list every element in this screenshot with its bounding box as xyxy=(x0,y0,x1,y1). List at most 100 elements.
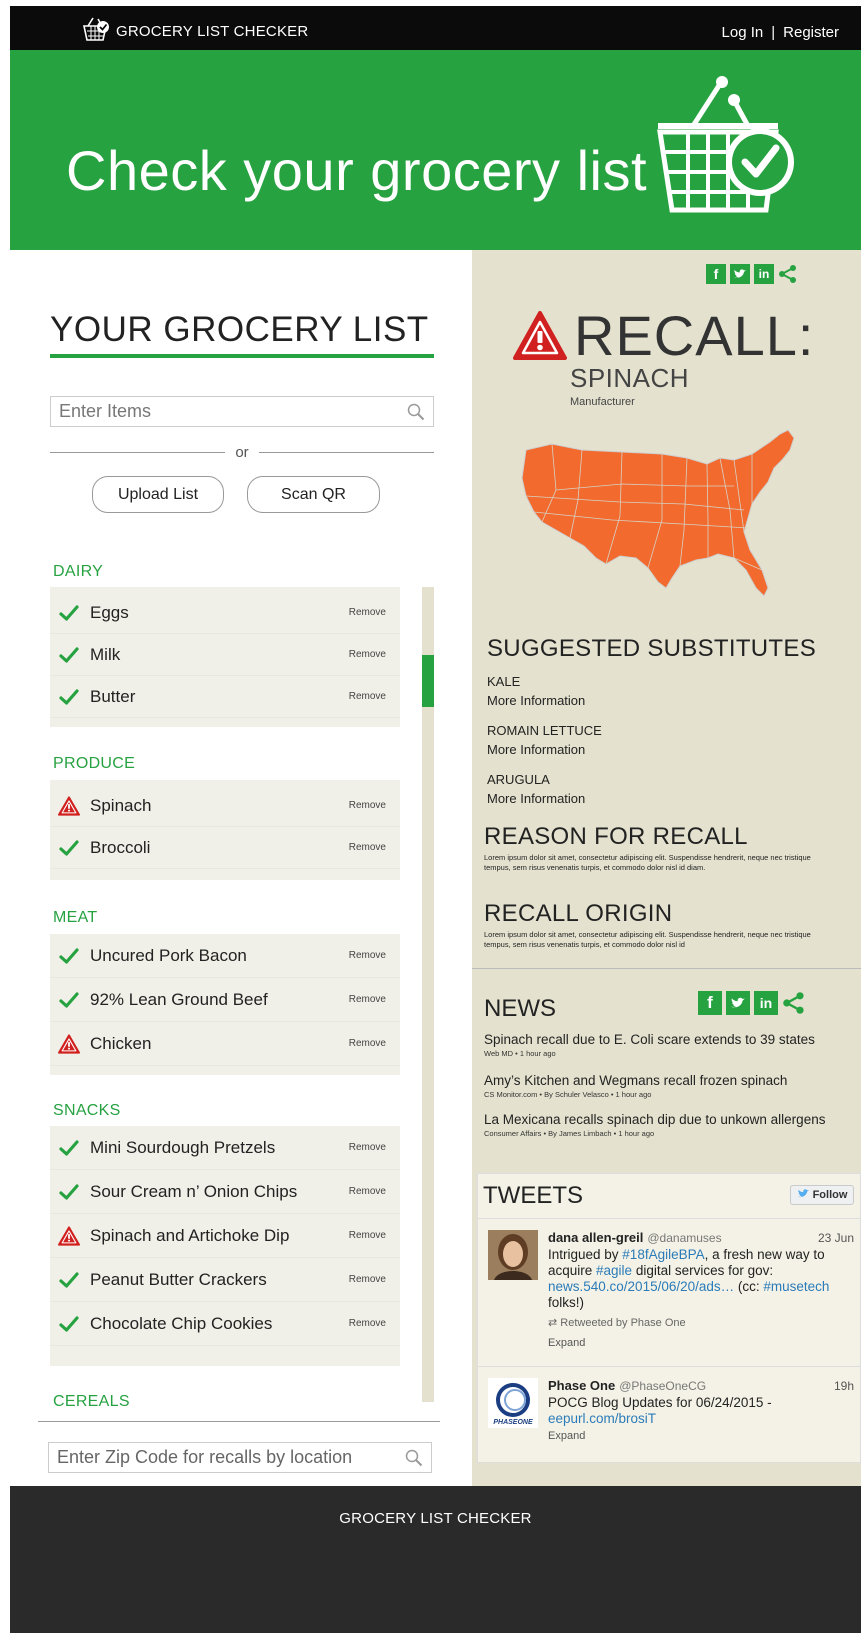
tweet-author[interactable]: dana allen-greil @danamuses xyxy=(548,1230,722,1245)
item-label: Eggs xyxy=(90,602,129,622)
retweet-icon: ⇄ xyxy=(548,1317,558,1329)
remove-button[interactable]: Remove xyxy=(349,1274,386,1285)
check-icon xyxy=(58,945,80,967)
item-label: Mini Sourdough Pretzels xyxy=(90,1137,276,1157)
linkedin-icon[interactable]: in xyxy=(754,264,774,284)
news-headline[interactable]: Spinach recall due to E. Coli scare exte… xyxy=(484,1032,854,1047)
news-headline[interactable]: Amy’s Kitchen and Wegmans recall frozen … xyxy=(484,1073,854,1088)
list-item: Sour Cream n’ Onion Chips Remove xyxy=(50,1170,400,1214)
item-label: Peanut Butter Crackers xyxy=(90,1269,267,1289)
category-produce-label: PRODUCE xyxy=(53,755,136,772)
phase-one-logo-avatar[interactable]: PHASEONE xyxy=(488,1378,538,1428)
item-label: 92% Lean Ground Beef xyxy=(90,989,268,1009)
linkedin-icon[interactable]: in xyxy=(754,991,778,1015)
list-scrollbar-track[interactable] xyxy=(422,587,434,1402)
expand-link[interactable]: Expand xyxy=(548,1430,585,1442)
list-item: Uncured Pork Bacon Remove xyxy=(50,934,400,978)
recall-heading: RECALL: xyxy=(512,308,814,367)
recall-panel: f in RECALL: SPINACH Manufacturer SUGGES… xyxy=(472,250,861,1558)
zip-code-input[interactable] xyxy=(57,1447,405,1468)
category-meat-list: Uncured Pork Bacon Remove 92% Lean Groun… xyxy=(50,934,400,1075)
search-icon[interactable] xyxy=(405,1449,423,1467)
substitute-name: ARUGULA xyxy=(487,772,550,787)
more-information-link[interactable]: More Information xyxy=(487,742,585,757)
item-label: Broccoli xyxy=(90,837,151,857)
app-name: GROCERY LIST CHECKER xyxy=(116,22,309,40)
remove-button[interactable]: Remove xyxy=(349,649,386,660)
basket-check-icon xyxy=(638,70,808,225)
twitter-icon[interactable] xyxy=(730,264,750,284)
remove-button[interactable]: Remove xyxy=(349,1142,386,1153)
remove-button[interactable]: Remove xyxy=(349,842,386,853)
category-snacks-label: SNACKS xyxy=(53,1102,121,1119)
list-scrollbar-thumb[interactable] xyxy=(422,655,434,707)
upload-list-button[interactable]: Upload List xyxy=(92,476,224,513)
zip-search-box[interactable] xyxy=(48,1442,432,1473)
remove-button[interactable]: Remove xyxy=(349,607,386,618)
url-link[interactable]: eepurl.com/brosiT xyxy=(548,1411,656,1426)
share-icon[interactable] xyxy=(782,991,806,1015)
tweet-handle: @danamuses xyxy=(647,1231,722,1245)
scan-qr-button[interactable]: Scan QR xyxy=(247,476,380,513)
register-link[interactable]: Register xyxy=(783,24,839,41)
remove-button[interactable]: Remove xyxy=(349,1230,386,1241)
expand-link[interactable]: Expand xyxy=(548,1337,585,1349)
check-icon xyxy=(58,1137,80,1159)
title-underline xyxy=(50,354,434,358)
item-label: Spinach xyxy=(90,795,152,815)
more-information-link[interactable]: More Information xyxy=(487,693,585,708)
grocery-list-panel: YOUR GROCERY LIST or Upload List Scan QR… xyxy=(10,250,472,1558)
warning-icon xyxy=(58,1033,80,1055)
more-information-link[interactable]: More Information xyxy=(487,791,585,806)
twitter-icon[interactable] xyxy=(726,991,750,1015)
remove-button[interactable]: Remove xyxy=(349,1038,386,1049)
basket-logo-icon xyxy=(80,16,110,46)
tweet: dana allen-greil @danamuses 23 Jun Intrig… xyxy=(478,1218,861,1368)
list-item: Peanut Butter Crackers Remove xyxy=(50,1258,400,1302)
news-share-bar: f in xyxy=(698,991,806,1015)
warning-icon xyxy=(58,795,80,817)
list-item: Spinach Remove xyxy=(50,785,400,827)
warning-icon xyxy=(58,1225,80,1247)
remove-button[interactable]: Remove xyxy=(349,950,386,961)
divider-line xyxy=(258,451,434,453)
tweets-title: TWEETS xyxy=(483,1182,583,1209)
hashtag-link[interactable]: #agile xyxy=(596,1263,632,1278)
remove-button[interactable]: Remove xyxy=(349,994,386,1005)
share-icon[interactable] xyxy=(778,264,798,284)
url-link[interactable]: news.540.co/2015/06/20/ads… xyxy=(548,1279,734,1294)
hashtag-link[interactable]: #musetech xyxy=(763,1279,829,1294)
follow-button[interactable]: Follow xyxy=(790,1185,854,1205)
warning-icon xyxy=(512,310,568,367)
remove-button[interactable]: Remove xyxy=(349,1186,386,1197)
app-logo[interactable]: GROCERY LIST CHECKER xyxy=(80,16,308,46)
recall-manufacturer: Manufacturer xyxy=(570,396,635,408)
remove-button[interactable]: Remove xyxy=(349,1318,386,1329)
item-search-box[interactable] xyxy=(50,396,434,427)
avatar[interactable] xyxy=(488,1230,538,1280)
tweet-date: 23 Jun xyxy=(817,1231,854,1245)
remove-button[interactable]: Remove xyxy=(349,691,386,702)
tweet-handle: @PhaseOneCG xyxy=(619,1379,707,1393)
remove-button[interactable]: Remove xyxy=(349,800,386,811)
tweet-text: POCG Blog Updates for 06/24/2015 - eepur… xyxy=(548,1395,848,1427)
hashtag-link[interactable]: #18fAgileBPA xyxy=(622,1247,704,1262)
retweet-info: ⇄ Retweeted by Phase One xyxy=(548,1316,686,1329)
login-link[interactable]: Log In xyxy=(722,24,764,41)
check-icon xyxy=(58,989,80,1011)
us-recall-map[interactable] xyxy=(512,420,812,615)
tweet-text-part: folks!) xyxy=(548,1295,585,1310)
item-label: Chocolate Chip Cookies xyxy=(90,1313,273,1333)
tweet-author[interactable]: Phase One @PhaseOneCG xyxy=(548,1378,706,1393)
news-meta: Web MD • 1 hour ago xyxy=(484,1049,556,1058)
reason-text: Lorem ipsum dolor sit amet, consectetur … xyxy=(484,853,811,872)
facebook-icon[interactable]: f xyxy=(698,991,722,1015)
facebook-icon[interactable]: f xyxy=(706,264,726,284)
item-search-input[interactable] xyxy=(59,401,407,422)
zip-divider xyxy=(38,1421,440,1422)
tweets-widget: TWEETS Follow dana allen-greil @danamuse… xyxy=(477,1173,861,1463)
news-headline[interactable]: La Mexicana recalls spinach dip due to u… xyxy=(484,1112,854,1127)
category-dairy-list: Eggs Remove Milk Remove Butter Remove xyxy=(50,587,400,727)
list-item: Butter Remove xyxy=(50,676,400,718)
search-icon[interactable] xyxy=(407,403,425,421)
